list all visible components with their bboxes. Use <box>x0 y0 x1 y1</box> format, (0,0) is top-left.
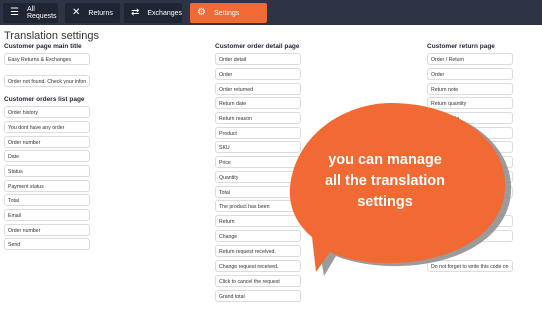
section-heading-order-detail: Customer order detail page <box>215 43 300 50</box>
tab-label: Returns <box>88 9 113 17</box>
return-page-field[interactable] <box>427 215 513 227</box>
return-page-field[interactable]: Order <box>427 68 513 80</box>
order-detail-field[interactable]: Product <box>215 127 301 139</box>
return-page-field[interactable] <box>427 230 513 242</box>
section-heading-return-page: Customer return page <box>427 43 495 50</box>
return-page-field[interactable]: Order / Return <box>427 53 513 65</box>
section-heading-main-title: Customer page main title <box>4 43 82 50</box>
order-detail-field[interactable]: The product has been <box>215 200 301 212</box>
not-found-field[interactable]: Order not found. Check your infon <box>4 75 90 87</box>
tab-label: Exchanges <box>147 9 183 17</box>
close-icon: ✕ <box>72 7 81 18</box>
order-detail-field[interactable]: Return date <box>215 97 301 109</box>
order-detail-field[interactable]: Change <box>215 230 301 242</box>
order-detail-field[interactable]: Price <box>215 156 301 168</box>
order-detail-field[interactable]: Return <box>215 215 301 227</box>
return-page-field[interactable]: Do not forget to write this code on <box>427 260 513 272</box>
order-detail-field[interactable]: Click to cancel the request <box>215 275 301 287</box>
return-page-field[interactable] <box>427 127 513 139</box>
orders-list-field[interactable]: Order history <box>4 106 90 118</box>
orders-list-field[interactable]: Email <box>4 209 90 221</box>
orders-list-field[interactable]: Order number <box>4 136 90 148</box>
order-detail-field[interactable]: Order detail <box>215 53 301 65</box>
exchange-arrows-icon: ⇄ <box>131 7 140 18</box>
order-detail-field[interactable]: Return request received. <box>215 245 301 257</box>
tab-label: All Requests <box>26 6 57 20</box>
page-title: Translation settings <box>4 30 99 42</box>
tab-settings[interactable]: ⚙ Settings <box>190 3 267 23</box>
orders-list-field[interactable]: Total <box>4 194 90 206</box>
order-detail-field[interactable]: Grand total <box>215 290 301 302</box>
tab-returns[interactable]: ✕ Returns <box>65 3 120 23</box>
order-detail-field[interactable]: Quantity <box>215 171 301 183</box>
return-page-field[interactable] <box>427 171 513 183</box>
return-page-field[interactable] <box>427 156 513 168</box>
orders-list-field[interactable]: Status <box>4 165 90 177</box>
gear-icon: ⚙ <box>197 7 206 18</box>
orders-list-field[interactable]: Order number <box>4 224 90 236</box>
return-page-field[interactable]: Return code <box>427 112 513 124</box>
tab-exchanges[interactable]: ⇄ Exchanges <box>124 3 182 23</box>
tab-label: Settings <box>213 9 240 17</box>
return-page-field[interactable] <box>427 141 513 153</box>
order-detail-field[interactable]: Total <box>215 186 301 198</box>
order-detail-field[interactable]: Order <box>215 68 301 80</box>
main-title-field[interactable]: Easy Returns & Exchanges <box>4 53 90 65</box>
order-detail-field[interactable]: Return reason <box>215 112 301 124</box>
orders-list-field[interactable]: Date <box>4 150 90 162</box>
orders-list-field[interactable]: Send <box>4 238 90 250</box>
return-page-field[interactable]: Return quantity <box>427 97 513 109</box>
order-detail-field[interactable]: SKU <box>215 141 301 153</box>
order-detail-field[interactable]: Order returned <box>215 83 301 95</box>
return-page-field[interactable]: Return note <box>427 83 513 95</box>
orders-list-field[interactable]: You dont have any order <box>4 121 90 133</box>
return-page-field[interactable] <box>427 186 513 198</box>
order-detail-field[interactable]: Change request received. <box>215 260 301 272</box>
section-heading-orders-list: Customer orders list page <box>4 96 85 103</box>
top-nav-bar: ☰ All Requests ✕ Returns ⇄ Exchanges ⚙ S… <box>0 0 542 25</box>
orders-list-field[interactable]: Payment status <box>4 180 90 192</box>
tab-all-requests[interactable]: ☰ All Requests <box>3 3 58 23</box>
list-icon: ☰ <box>10 7 19 18</box>
